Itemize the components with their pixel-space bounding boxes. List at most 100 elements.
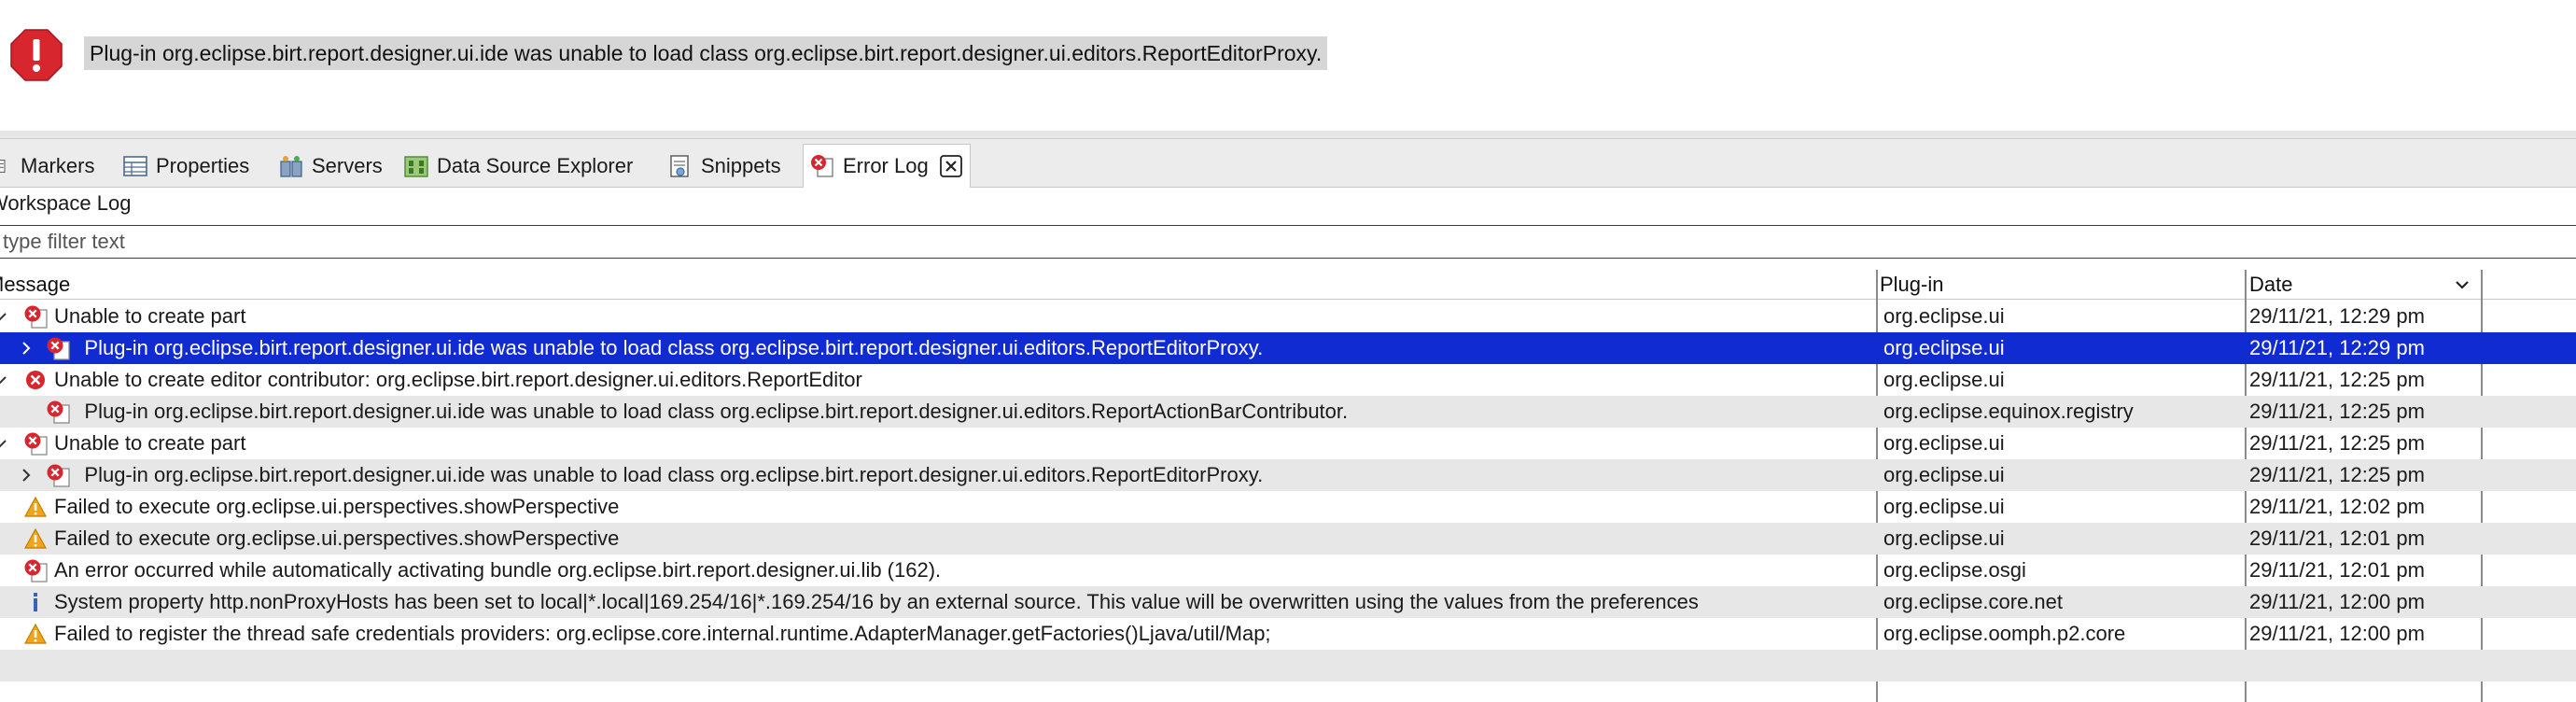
table-row[interactable]: An error occurred while automatically ac… xyxy=(0,555,2576,586)
banner-divider xyxy=(0,131,2576,139)
tab-label: Properties xyxy=(156,154,250,177)
filter-input[interactable] xyxy=(0,226,2576,258)
plugin-cell: org.eclipse.oomph.p2.core xyxy=(1883,622,2126,645)
message-cell: Failed to register the thread safe crede… xyxy=(0,618,1876,650)
table-row[interactable]: Plug-in org.eclipse.birt.report.designer… xyxy=(0,459,2576,491)
info-icon xyxy=(34,593,37,611)
table-row[interactable]: Plug-in org.eclipse.birt.report.designer… xyxy=(0,332,2576,364)
error-stop-icon xyxy=(10,29,63,81)
date-cell: 29/11/21, 12:02 pm xyxy=(2249,495,2425,518)
message-text: Unable to create part xyxy=(54,431,246,455)
tab-servers[interactable]: Servers xyxy=(278,145,383,188)
date-cell: 29/11/21, 12:00 pm xyxy=(2249,590,2425,613)
date-cell: 29/11/21, 12:29 pm xyxy=(2249,304,2425,328)
date-cell: 29/11/21, 12:25 pm xyxy=(2249,368,2425,391)
table-row[interactable]: Failed to execute org.eclipse.ui.perspec… xyxy=(0,491,2576,523)
tab-properties[interactable]: Properties xyxy=(122,145,249,188)
plugin-cell: org.eclipse.equinox.registry xyxy=(1883,400,2134,423)
date-cell: 29/11/21, 12:25 pm xyxy=(2249,400,2425,423)
column-header-date[interactable]: Date xyxy=(2249,270,2292,300)
datasource-icon xyxy=(404,156,428,177)
table-row[interactable]: Failed to execute org.eclipse.ui.perspec… xyxy=(0,523,2576,555)
close-icon[interactable] xyxy=(939,155,962,177)
date-cell xyxy=(2249,650,2483,681)
message-text: Plug-in org.eclipse.birt.report.designer… xyxy=(84,463,1264,486)
chevron-down-icon[interactable] xyxy=(2453,275,2471,294)
table-row[interactable]: Plug-in org.eclipse.birt.report.designer… xyxy=(0,396,2576,428)
tab-markers[interactable]: Markers xyxy=(0,145,94,188)
message-text: Failed to execute org.eclipse.ui.perspec… xyxy=(54,495,620,518)
plugin-cell: org.eclipse.ui xyxy=(1883,526,2005,550)
table-row[interactable]: System property http.nonProxyHosts has b… xyxy=(0,586,2576,618)
message-text: System property http.nonProxyHosts has b… xyxy=(54,590,1699,613)
date-cell: 29/11/21, 12:29 pm xyxy=(2249,336,2425,359)
filter-field[interactable] xyxy=(0,225,2576,259)
error-stack-icon xyxy=(47,464,70,487)
error-log-view: Workspace Log Message Plug-in Date Unabl… xyxy=(0,188,2576,702)
chevron-right-icon[interactable] xyxy=(17,466,35,484)
table-row[interactable]: Unable to create part org.eclipse.ui 29/11… xyxy=(0,428,2576,459)
tab-label: Servers xyxy=(312,154,383,177)
table-row[interactable]: Unable to create editor contributor: org… xyxy=(0,364,2576,396)
plugin-cell: org.eclipse.osgi xyxy=(1883,558,2026,582)
error-icon xyxy=(26,371,45,389)
plugin-cell: org.eclipse.ui xyxy=(1883,431,2005,455)
log-title: Workspace Log xyxy=(0,191,132,215)
date-cell: 29/11/21, 12:01 pm xyxy=(2249,558,2425,582)
plugin-cell: org.eclipse.ui xyxy=(1883,336,2005,359)
error-stack-icon xyxy=(24,305,48,329)
plugin-cell: org.eclipse.ui xyxy=(1883,463,2005,486)
plugin-cell xyxy=(1883,650,2243,681)
properties-icon xyxy=(123,156,147,176)
tab-label: Snippets xyxy=(701,154,781,177)
message-cell: Plug-in org.eclipse.birt.report.designer… xyxy=(0,396,1876,428)
tab-label: Markers xyxy=(21,154,95,177)
message-cell: Unable to create part xyxy=(0,301,1876,332)
snippets-icon xyxy=(670,155,689,177)
plugin-cell: org.eclipse.ui xyxy=(1883,495,2005,518)
message-cell: System property http.nonProxyHosts has b… xyxy=(0,586,1876,618)
banner-message: Plug-in org.eclipse.birt.report.designer… xyxy=(84,36,1328,70)
warning-icon xyxy=(23,527,48,549)
table-row[interactable]: Unable to create part org.eclipse.ui 29/11… xyxy=(0,301,2576,332)
table-row[interactable] xyxy=(0,650,2576,681)
message-cell: Failed to execute org.eclipse.ui.perspec… xyxy=(0,523,1876,555)
log-rows: Unable to create part org.eclipse.ui 29/11… xyxy=(0,301,2576,681)
column-header-plugin[interactable]: Plug-in xyxy=(1880,270,1943,300)
chevron-right-icon[interactable] xyxy=(17,339,35,358)
error-banner: Plug-in org.eclipse.birt.report.designer… xyxy=(0,0,2576,131)
date-cell: 29/11/21, 12:01 pm xyxy=(2249,526,2425,550)
chevron-down-icon[interactable] xyxy=(0,434,9,453)
error-log-icon xyxy=(811,155,833,177)
message-text: Failed to execute org.eclipse.ui.perspec… xyxy=(54,526,620,550)
markers-icon xyxy=(0,160,6,173)
message-cell: Failed to execute org.eclipse.ui.perspec… xyxy=(0,491,1876,523)
date-cell: 29/11/21, 12:00 pm xyxy=(2249,622,2425,645)
date-cell: 29/11/21, 12:25 pm xyxy=(2249,431,2425,455)
tab-data-source-explorer[interactable]: Data Source Explorer xyxy=(403,145,633,188)
date-cell: 29/11/21, 12:25 pm xyxy=(2249,463,2425,486)
tab-error-log[interactable]: Error Log xyxy=(803,144,971,188)
chevron-down-icon[interactable] xyxy=(0,371,9,389)
message-text: Unable to create editor contributor: org… xyxy=(54,368,862,391)
log-table: Message Plug-in Date Unable to create pa… xyxy=(0,270,2576,702)
message-cell: Unable to create part xyxy=(0,428,1876,459)
column-header-message[interactable]: Message xyxy=(0,270,70,300)
warning-icon xyxy=(23,623,48,644)
tab-label: Error Log xyxy=(843,154,929,177)
table-row[interactable]: Failed to register the thread safe crede… xyxy=(0,618,2576,650)
table-header: Message Plug-in Date xyxy=(0,270,2576,300)
plugin-cell: org.eclipse.ui xyxy=(1883,368,2005,391)
message-cell xyxy=(0,650,1876,681)
plugin-cell: org.eclipse.core.net xyxy=(1883,590,2063,613)
message-text: Unable to create part xyxy=(54,304,246,328)
view-tab-bar: Markers Properties Servers Data Source E… xyxy=(0,139,2576,188)
message-cell: An error occurred while automatically ac… xyxy=(0,555,1876,586)
message-cell: Plug-in org.eclipse.birt.report.designer… xyxy=(0,459,1876,491)
chevron-down-icon[interactable] xyxy=(0,307,9,326)
plugin-cell: org.eclipse.ui xyxy=(1883,304,2005,328)
message-cell: Unable to create editor contributor: org… xyxy=(0,364,1876,396)
tab-snippets[interactable]: Snippets xyxy=(667,145,781,188)
message-text: Plug-in org.eclipse.birt.report.designer… xyxy=(84,336,1264,359)
servers-icon xyxy=(280,156,302,177)
